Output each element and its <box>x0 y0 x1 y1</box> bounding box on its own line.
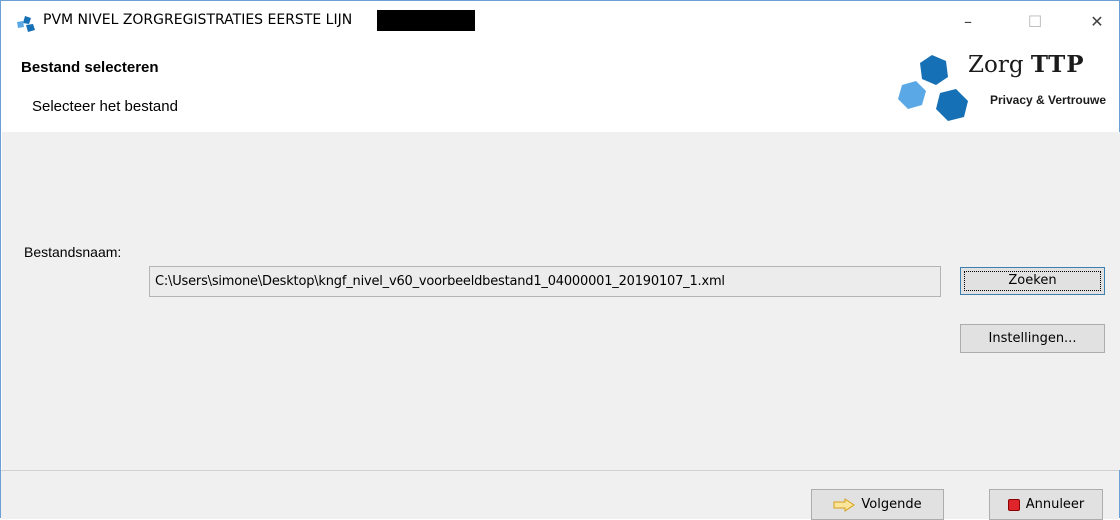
page-subtitle: Selecteer het bestand <box>32 98 178 115</box>
logo-tagline: Privacy & Vertrouwe <box>990 93 1107 107</box>
cancel-button[interactable]: Annuleer <box>989 489 1103 520</box>
content-panel: Bestandsnaam: Zoeken Instellingen... <box>2 132 1120 470</box>
file-name-label: Bestandsnaam: <box>24 244 122 260</box>
stop-icon <box>1007 498 1020 511</box>
close-button[interactable]: ✕ <box>1075 7 1119 37</box>
footer-bar: Volgende Annuleer <box>1 470 1119 520</box>
title-bar[interactable]: PVM NIVEL ZORGREGISTRATIES EERSTE LIJN –… <box>1 1 1119 39</box>
window-title: PVM NIVEL ZORGREGISTRATIES EERSTE LIJN <box>43 12 353 28</box>
redacted-text-block <box>377 10 475 31</box>
page-title: Bestand selecteren <box>21 59 159 76</box>
next-button-label: Volgende <box>861 497 922 512</box>
app-logo-icon <box>17 16 35 32</box>
arrow-right-icon <box>833 497 856 512</box>
application-window: PVM NIVEL ZORGREGISTRATIES EERSTE LIJN –… <box>0 0 1120 520</box>
maximize-button[interactable]: ☐ <box>1013 7 1057 37</box>
focus-indicator <box>964 271 1101 291</box>
logo-wordmark: Zorg TTP <box>968 51 1085 78</box>
cancel-button-label: Annuleer <box>1025 497 1085 512</box>
settings-button[interactable]: Instellingen... <box>960 324 1105 353</box>
next-button[interactable]: Volgende <box>811 489 944 520</box>
logo-name-zorg: Zorg <box>968 52 1024 78</box>
minimize-button[interactable]: – <box>946 7 990 37</box>
file-path-input[interactable] <box>149 266 941 297</box>
search-button[interactable]: Zoeken <box>960 267 1105 295</box>
logo-name-ttp: TTP <box>1030 51 1085 78</box>
settings-button-label: Instellingen... <box>988 331 1077 346</box>
zorgttp-logo: Zorg TTP Privacy & Vertrouwe <box>894 51 1120 133</box>
